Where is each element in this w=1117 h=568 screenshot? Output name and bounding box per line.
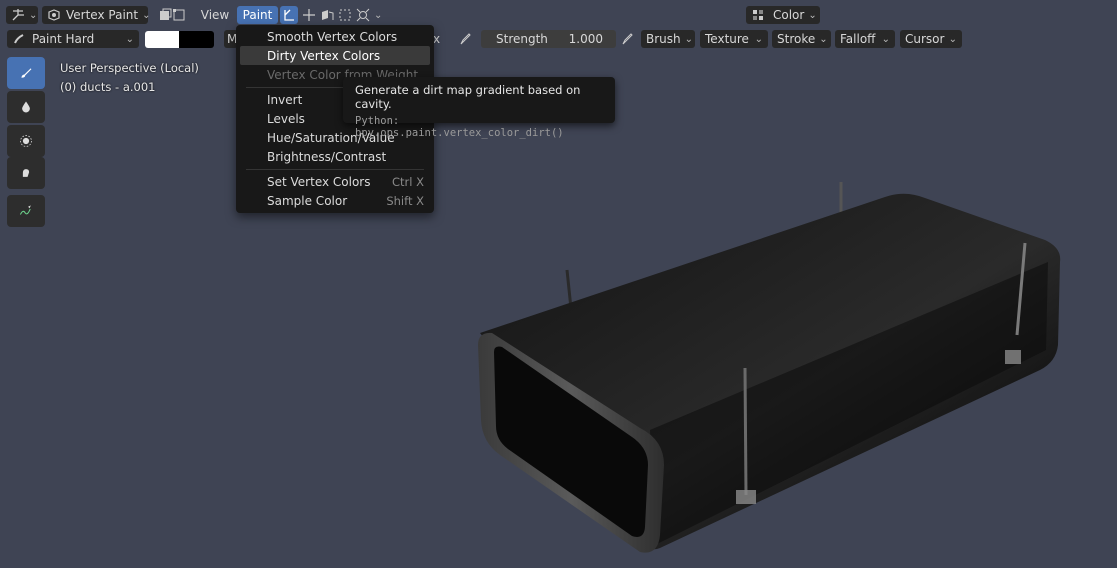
- menu-item-dirty-vertex-colors[interactable]: Dirty Vertex Colors: [240, 46, 430, 65]
- panel-falloff[interactable]: Falloff ⌄: [835, 30, 895, 48]
- axes-icon: [11, 8, 25, 22]
- color-mode-label: Color: [773, 8, 805, 22]
- smear-icon: [19, 166, 33, 180]
- primary-color-swatch[interactable]: [145, 31, 179, 48]
- chevron-down-icon: ⌄: [808, 9, 817, 21]
- vertex-paint-icon: [47, 8, 61, 22]
- panel-cursor-label: Cursor: [905, 32, 945, 46]
- panel-texture[interactable]: Texture ⌄: [700, 30, 768, 48]
- strength-label: Strength: [496, 32, 548, 46]
- panel-stroke[interactable]: Stroke ⌄: [772, 30, 831, 48]
- tool-annotate[interactable]: [7, 195, 45, 227]
- menu-item-shortcut: Shift X: [386, 193, 424, 208]
- brush-preset-icon: [12, 32, 26, 46]
- menu-view[interactable]: View: [196, 6, 234, 24]
- secondary-color-swatch[interactable]: [179, 31, 214, 48]
- face-mask-icon: [158, 8, 172, 22]
- chevron-down-icon: ⌄: [374, 9, 383, 21]
- brush-name: Paint Hard: [32, 32, 95, 46]
- perspective-label: User Perspective (Local): [60, 61, 199, 75]
- panel-texture-label: Texture: [705, 32, 749, 46]
- panel-brush[interactable]: Brush ⌄: [641, 30, 695, 48]
- menu-paint[interactable]: Paint: [237, 6, 278, 24]
- color-mode-select[interactable]: Color ⌄: [746, 6, 820, 24]
- menu-view-label: View: [200, 8, 230, 22]
- mode-select[interactable]: Vertex Paint ⌄: [42, 6, 151, 24]
- menu-item-label: Dirty Vertex Colors: [267, 48, 381, 63]
- menu-item-label: Smooth Vertex Colors: [267, 29, 398, 44]
- menu-item-sample-color[interactable]: Sample Color Shift X: [240, 191, 430, 210]
- menu-item-set-vertex-colors[interactable]: Set Vertex Colors Ctrl X: [240, 172, 430, 191]
- chevron-down-icon: ⌄: [948, 33, 957, 45]
- menu-item-label: Sample Color: [267, 193, 348, 208]
- brush-draw-icon: [19, 66, 33, 80]
- tool-smear[interactable]: [7, 157, 45, 189]
- mirror-z-icon: [338, 8, 352, 22]
- tool-average[interactable]: [7, 125, 45, 157]
- menu-item-label: Invert: [267, 92, 303, 107]
- tooltip-description: Generate a dirt map gradient based on ca…: [355, 83, 581, 111]
- radius-pressure-toggle[interactable]: [455, 30, 477, 48]
- chevron-down-icon: ⌄: [142, 9, 151, 21]
- viewport-gizmo-group[interactable]: ⌄: [300, 6, 395, 24]
- menu-item-label: Brightness/Contrast: [267, 149, 387, 164]
- menu-separator: [246, 169, 424, 170]
- tool-blur[interactable]: [7, 91, 45, 123]
- menu-item-shortcut: Ctrl X: [392, 174, 424, 189]
- panel-falloff-label: Falloff: [840, 32, 876, 46]
- object-label: (0) ducts - a.001: [60, 80, 156, 94]
- radius-label-fragment: x: [433, 32, 441, 46]
- chevron-down-icon: ⌄: [29, 9, 38, 21]
- mirror-y-icon: [320, 8, 334, 22]
- mask-toggle-group[interactable]: [153, 6, 191, 24]
- panel-brush-label: Brush: [646, 32, 681, 46]
- menu-paint-label: Paint: [242, 8, 273, 22]
- pen-pressure-icon: [620, 32, 634, 46]
- average-icon: [19, 134, 33, 148]
- chevron-down-icon: ⌄: [684, 33, 694, 45]
- strength-field[interactable]: Strength 1.000: [481, 30, 616, 48]
- vertex-mask-icon: [172, 8, 186, 22]
- brush-select[interactable]: Paint Hard ⌄: [7, 30, 139, 48]
- operator-tooltip: Generate a dirt map gradient based on ca…: [343, 77, 615, 139]
- tooltip-python: Python: bpy.ops.paint.vertex_color_dirt(…: [355, 115, 564, 139]
- menu-item-label: Set Vertex Colors: [267, 174, 371, 189]
- chevron-down-icon: ⌄: [881, 33, 890, 45]
- strength-value: 1.000: [568, 32, 603, 46]
- drop-icon: [19, 100, 33, 114]
- chevron-down-icon: ⌄: [125, 33, 134, 45]
- annotate-icon: [19, 204, 33, 218]
- mirror-x-icon: [302, 8, 316, 22]
- chevron-down-icon: ⌄: [819, 33, 828, 45]
- editor-type-button[interactable]: ⌄: [6, 6, 38, 24]
- color-swatch-icon: [751, 8, 765, 22]
- chevron-down-icon: ⌄: [754, 33, 763, 45]
- symmetry-button[interactable]: [280, 6, 298, 24]
- gizmo-icon: [356, 8, 370, 22]
- tool-draw[interactable]: [7, 57, 45, 89]
- menu-item-brightness-contrast[interactable]: Brightness/Contrast: [240, 147, 430, 166]
- pen-pressure-icon: [458, 32, 472, 46]
- menu-item-smooth-vertex-colors[interactable]: Smooth Vertex Colors: [240, 27, 430, 46]
- strength-pressure-toggle[interactable]: [617, 30, 639, 48]
- tool-shelf: [7, 57, 45, 229]
- panel-stroke-label: Stroke: [777, 32, 816, 46]
- symmetry-axis-icon: [282, 8, 296, 22]
- panel-cursor[interactable]: Cursor ⌄: [900, 30, 962, 48]
- menu-item-label: Levels: [267, 111, 305, 126]
- mode-label: Vertex Paint: [66, 8, 139, 22]
